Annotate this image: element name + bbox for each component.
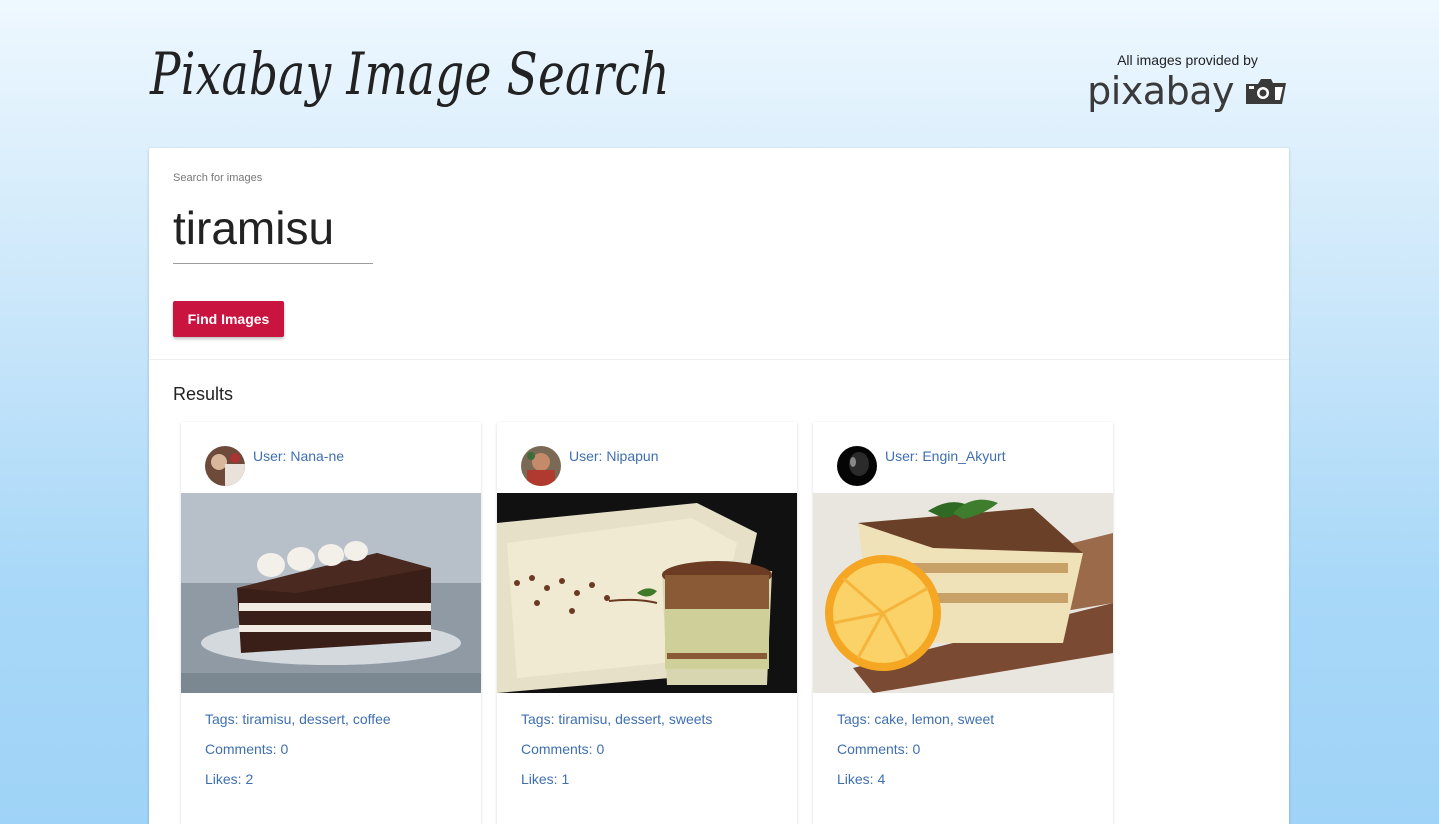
card-likes[interactable]: Likes: 4 (837, 771, 994, 801)
card-header: User: Nana-ne (205, 446, 344, 486)
provider-caption: All images provided by (1117, 52, 1258, 68)
camera-icon (1246, 79, 1286, 104)
divider (149, 359, 1289, 360)
card-comments[interactable]: Comments: 0 (205, 741, 391, 771)
search-panel: Search for images Find Images Results Us… (149, 148, 1289, 824)
user-avatar[interactable] (205, 446, 245, 486)
user-link[interactable]: User: Engin_Akyurt (885, 448, 1006, 464)
provider-attribution: All images provided by pixabay (1085, 52, 1290, 110)
card-likes[interactable]: Likes: 2 (205, 771, 391, 801)
card-tags[interactable]: Tags: tiramisu, dessert, coffee (205, 711, 391, 741)
card-comments[interactable]: Comments: 0 (837, 741, 994, 771)
card-tags[interactable]: Tags: cake, lemon, sweet (837, 711, 994, 741)
search-field-group: Search for images (173, 172, 373, 264)
user-avatar[interactable] (521, 446, 561, 486)
pixabay-logo[interactable]: pixabay (1085, 72, 1290, 110)
card-header: User: Engin_Akyurt (837, 446, 1006, 486)
result-image[interactable] (813, 493, 1113, 693)
result-card: User: Nipapun Tags: tiramisu, dessert, s… (497, 422, 797, 824)
result-image[interactable] (497, 493, 797, 693)
results-heading: Results (173, 384, 234, 404)
result-image[interactable] (181, 493, 481, 693)
card-meta: Tags: tiramisu, dessert, sweets Comments… (521, 711, 712, 801)
search-label: Search for images (173, 172, 263, 184)
find-images-button[interactable]: Find Images (173, 301, 284, 337)
card-header: User: Nipapun (521, 446, 659, 486)
card-comments[interactable]: Comments: 0 (521, 741, 712, 771)
user-link[interactable]: User: Nipapun (569, 448, 659, 464)
results-grid: User: Nana-ne Tags: tiramisu, dessert, c… (181, 422, 1113, 824)
pixabay-wordmark: pixabay (1087, 69, 1234, 113)
user-avatar[interactable] (837, 446, 877, 486)
card-tags[interactable]: Tags: tiramisu, dessert, sweets (521, 711, 712, 741)
search-input[interactable] (173, 192, 373, 264)
card-meta: Tags: cake, lemon, sweet Comments: 0 Lik… (837, 711, 994, 801)
result-card: User: Engin_Akyurt Tags: cake, lemon, sw… (813, 422, 1113, 824)
user-link[interactable]: User: Nana-ne (253, 448, 344, 464)
result-card: User: Nana-ne Tags: tiramisu, dessert, c… (181, 422, 481, 824)
card-meta: Tags: tiramisu, dessert, coffee Comments… (205, 711, 391, 801)
app-title: Pixabay Image Search (150, 40, 670, 108)
card-likes[interactable]: Likes: 1 (521, 771, 712, 801)
